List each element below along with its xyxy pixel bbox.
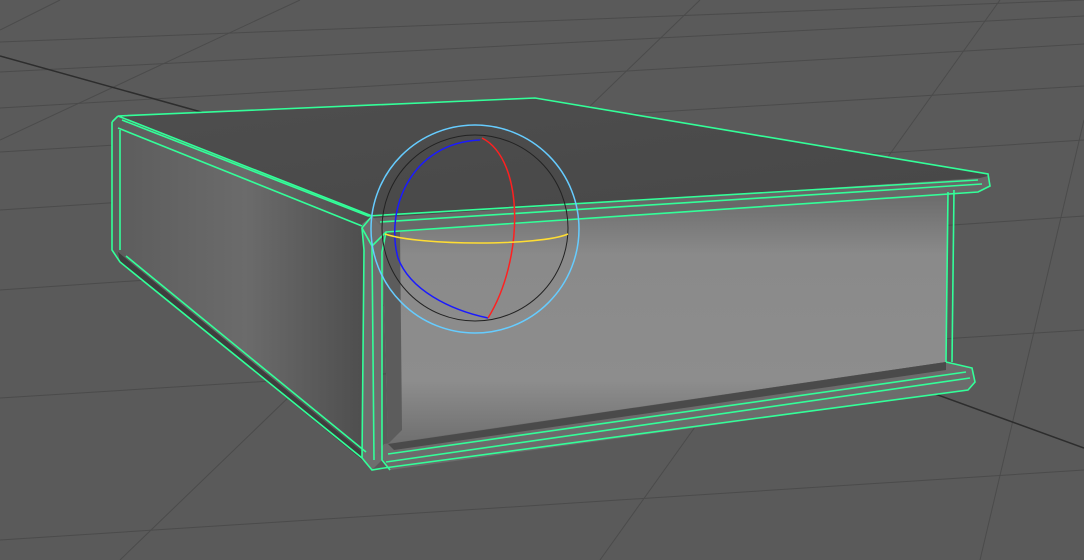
grid-line — [0, 0, 61, 31]
viewport-canvas[interactable] — [0, 0, 1084, 560]
grid-line — [0, 469, 1084, 541]
book-mesh[interactable] — [111, 97, 991, 471]
grid-line — [0, 0, 1084, 43]
3d-viewport[interactable] — [0, 0, 1084, 560]
grid-line — [979, 119, 1084, 560]
